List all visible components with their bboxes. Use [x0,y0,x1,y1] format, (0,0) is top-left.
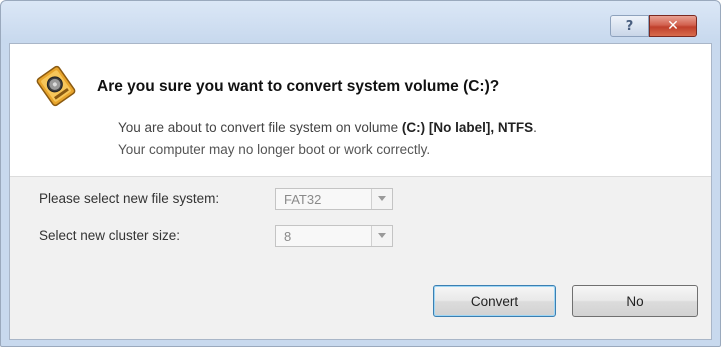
convert-dialog-window: ? ✕ Are you sure you want to convert sys… [0,0,721,347]
filesystem-select[interactable]: FAT32 [275,188,393,210]
cluster-size-value: 8 [284,229,292,244]
filesystem-label: Please select new file system: [39,191,220,206]
cluster-size-label: Select new cluster size: [39,228,181,243]
message-line-2: Your computer may no longer boot or work… [118,142,431,157]
dialog-body: Are you sure you want to convert system … [9,43,712,340]
message-line-1: You are about to convert file system on … [118,120,537,135]
convert-button[interactable]: Convert [433,285,556,317]
filesystem-dropdown-button[interactable] [371,189,392,209]
message-prefix: You are about to convert file system on … [118,120,402,135]
help-button[interactable]: ? [610,15,649,37]
close-icon: ✕ [667,18,679,34]
message-panel: Are you sure you want to convert system … [10,44,711,177]
hard-drive-warning-icon [36,65,76,107]
chevron-down-icon [378,196,386,201]
message-suffix: . [533,120,537,135]
title-bar[interactable]: ? ✕ [1,1,720,43]
no-button[interactable]: No [572,285,698,317]
dialog-heading: Are you sure you want to convert system … [97,78,500,95]
filesystem-value: FAT32 [284,192,322,207]
chevron-down-icon [378,233,386,238]
close-button[interactable]: ✕ [649,15,697,37]
help-icon: ? [625,18,634,34]
cluster-size-select[interactable]: 8 [275,225,393,247]
volume-name: (C:) [No label], NTFS [401,120,534,135]
cluster-size-dropdown-button[interactable] [371,226,392,246]
